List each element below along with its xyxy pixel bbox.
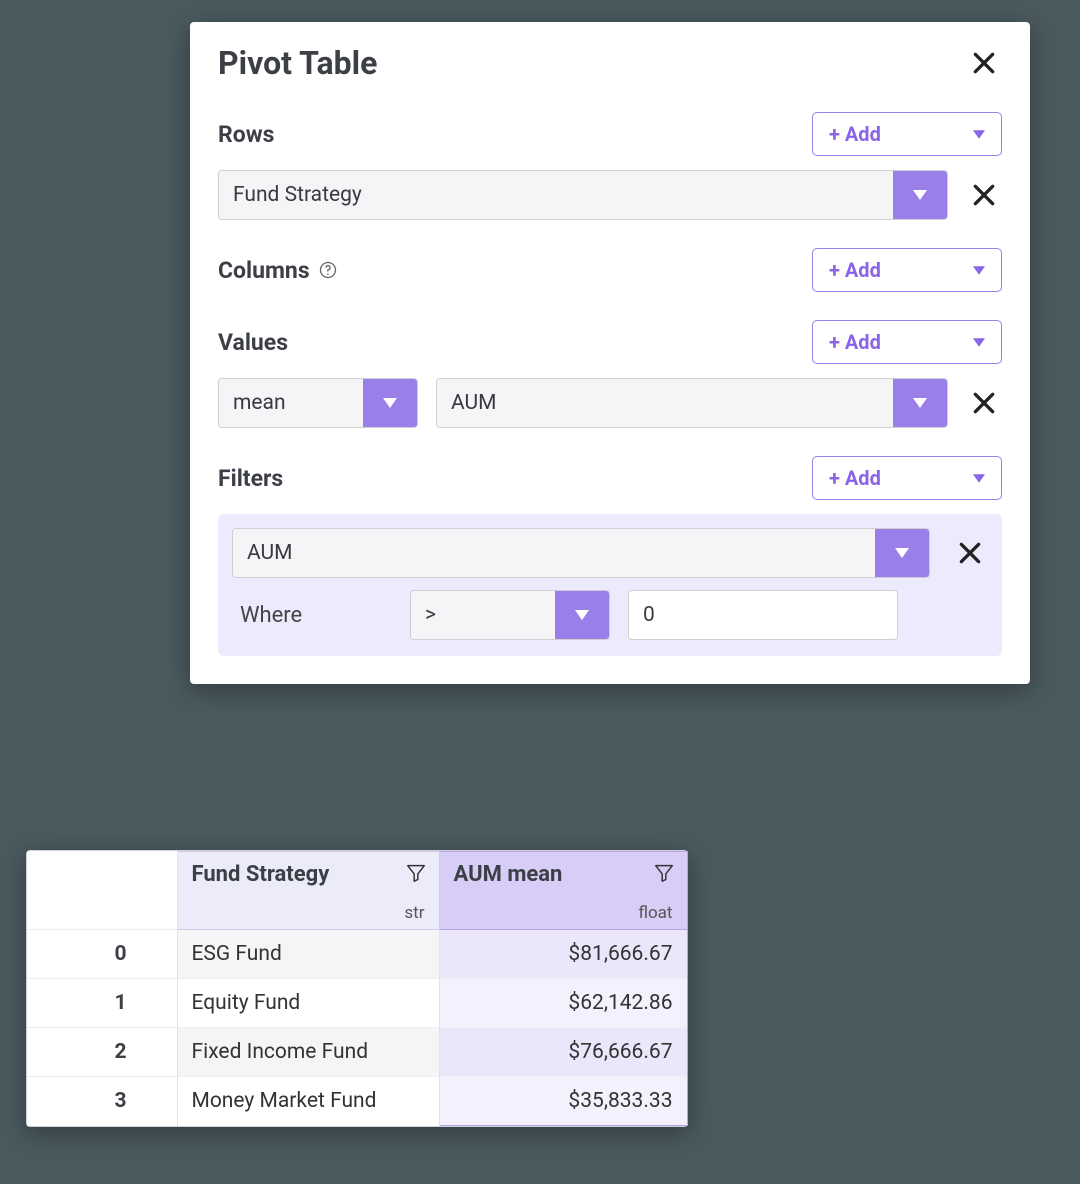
chevron-down-icon [973, 266, 985, 275]
values-agg-select[interactable]: mean [218, 378, 418, 428]
filter-field-value: AUM [233, 529, 875, 577]
rows-section-label: Rows [218, 121, 274, 148]
values-remove-button[interactable] [966, 385, 1002, 421]
cell-aum-mean: $35,833.33 [439, 1077, 687, 1126]
rows-field-value: Fund Strategy [219, 171, 893, 219]
chevron-down-icon [383, 398, 397, 408]
close-icon [971, 182, 997, 208]
result-table: Fund Strategy str AUM mean float 0ESG Fu… [26, 850, 688, 1127]
values-section-label: Values [218, 329, 288, 356]
filter-value-text: 0 [643, 603, 655, 627]
rows-remove-button[interactable] [966, 177, 1002, 213]
chevron-down-icon [575, 610, 589, 620]
values-agg-value: mean [219, 379, 363, 427]
table-row[interactable]: 2Fixed Income Fund$76,666.67 [27, 1028, 687, 1077]
filter-where-label: Where [232, 603, 392, 628]
rows-field-select[interactable]: Fund Strategy [218, 170, 948, 220]
table-row[interactable]: 0ESG Fund$81,666.67 [27, 930, 687, 979]
columns-section-label: Columns [218, 257, 338, 284]
filters-add-button[interactable]: + Add [812, 456, 1002, 500]
chevron-down-icon [973, 474, 985, 483]
values-add-button[interactable]: + Add [812, 320, 1002, 364]
column-header-aum-mean-name: AUM mean [454, 862, 563, 887]
index-header [27, 852, 177, 930]
close-icon [971, 50, 997, 76]
close-icon [957, 540, 983, 566]
row-index: 2 [27, 1028, 177, 1077]
chevron-down-icon [913, 398, 927, 408]
filter-field-select[interactable]: AUM [232, 528, 930, 578]
chevron-down-icon [973, 338, 985, 347]
chevron-down-icon [895, 548, 909, 558]
table-row[interactable]: 1Equity Fund$62,142.86 [27, 979, 687, 1028]
cell-aum-mean: $76,666.67 [439, 1028, 687, 1077]
close-panel-button[interactable] [966, 45, 1002, 81]
values-field-select[interactable]: AUM [436, 378, 948, 428]
table-row[interactable]: 3Money Market Fund$35,833.33 [27, 1077, 687, 1126]
rows-add-button[interactable]: + Add [812, 112, 1002, 156]
columns-label-text: Columns [218, 257, 310, 284]
cell-aum-mean: $81,666.67 [439, 930, 687, 979]
cell-strategy: Money Market Fund [177, 1077, 439, 1126]
rows-add-label: + Add [829, 122, 881, 146]
cell-strategy: ESG Fund [177, 930, 439, 979]
columns-add-button[interactable]: + Add [812, 248, 1002, 292]
filter-value-input[interactable]: 0 [628, 590, 898, 640]
filter-op-select[interactable]: > [410, 590, 610, 640]
filter-op-value: > [411, 591, 555, 639]
chevron-down-icon [973, 130, 985, 139]
column-header-aum-mean[interactable]: AUM mean float [439, 852, 687, 930]
columns-add-label: + Add [829, 258, 881, 282]
filter-remove-button[interactable] [952, 535, 988, 571]
chevron-down-icon [913, 190, 927, 200]
filters-add-label: + Add [829, 466, 881, 490]
filter-icon[interactable] [405, 862, 427, 884]
filter-icon[interactable] [653, 862, 675, 884]
values-add-label: + Add [829, 330, 881, 354]
row-index: 3 [27, 1077, 177, 1126]
column-header-strategy-name: Fund Strategy [192, 862, 330, 887]
column-header-strategy-type: str [404, 903, 424, 923]
column-header-strategy[interactable]: Fund Strategy str [177, 852, 439, 930]
close-icon [971, 390, 997, 416]
column-header-aum-mean-type: float [638, 903, 672, 923]
pivot-table-panel: Pivot Table Rows + Add Fund Strategy [190, 22, 1030, 684]
filter-block: AUM Where > 0 [218, 514, 1002, 656]
filters-section-label: Filters [218, 465, 283, 492]
row-index: 0 [27, 930, 177, 979]
values-field-value: AUM [437, 379, 893, 427]
panel-title: Pivot Table [218, 44, 377, 82]
cell-aum-mean: $62,142.86 [439, 979, 687, 1028]
help-icon[interactable] [318, 260, 338, 280]
cell-strategy: Fixed Income Fund [177, 1028, 439, 1077]
cell-strategy: Equity Fund [177, 979, 439, 1028]
row-index: 1 [27, 979, 177, 1028]
